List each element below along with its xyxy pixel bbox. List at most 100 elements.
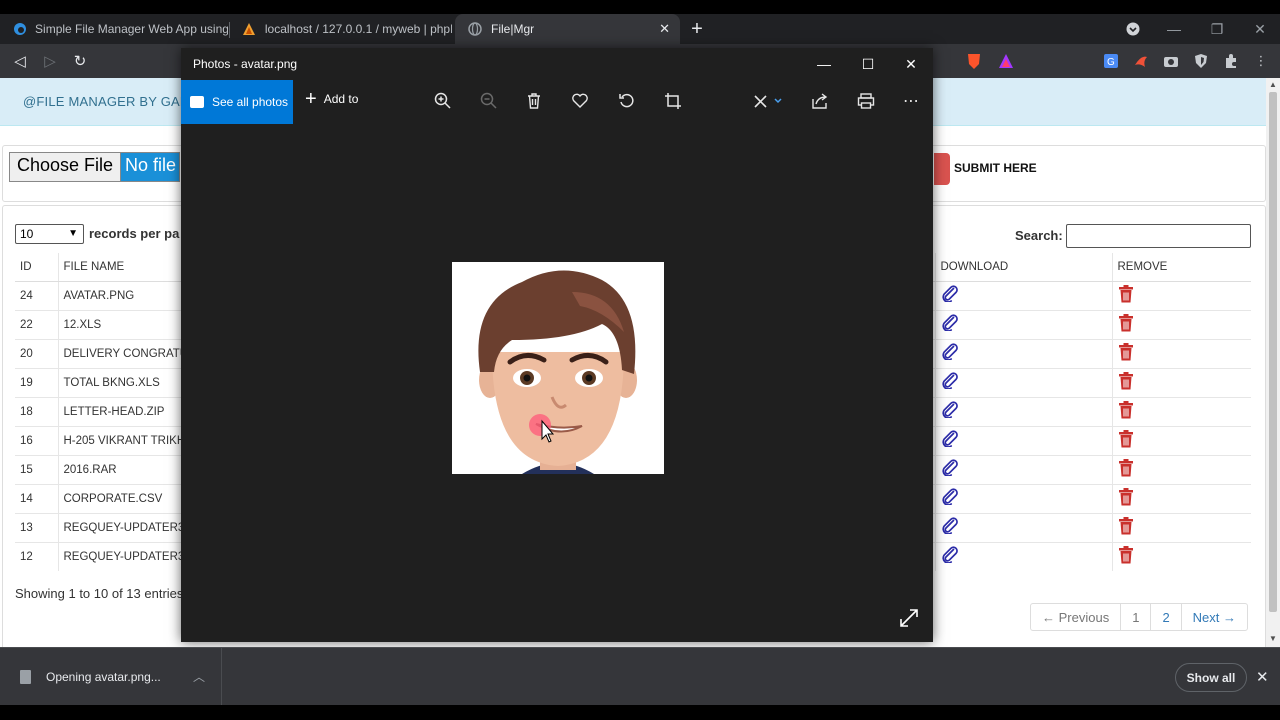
new-tab-button[interactable]: + [686, 14, 708, 44]
zoom-out-icon[interactable] [477, 89, 501, 113]
paperclip-download-icon[interactable] [941, 343, 959, 364]
favorite-heart-icon[interactable] [568, 89, 592, 113]
tab-search-icon[interactable] [1113, 14, 1153, 44]
minimize-window-icon[interactable]: — [1154, 14, 1194, 44]
extensions-icon[interactable] [1222, 52, 1240, 70]
back-icon[interactable]: ◁ [6, 44, 34, 78]
download-item[interactable]: Opening avatar.png... ︿ [0, 648, 222, 706]
download-cell [934, 396, 1112, 426]
page-2-button[interactable]: 2 [1151, 604, 1182, 630]
trash-remove-icon[interactable] [1118, 488, 1134, 509]
print-icon[interactable] [854, 89, 878, 113]
edit-create-icon[interactable] [751, 89, 787, 113]
zoom-in-icon[interactable] [431, 89, 455, 113]
close-window-icon[interactable]: ✕ [1240, 14, 1280, 44]
photos-close-icon[interactable]: ✕ [889, 50, 933, 78]
page-scrollbar[interactable]: ▲ ▼ [1266, 78, 1280, 647]
column-header-id[interactable]: ID [15, 253, 58, 282]
trash-remove-icon[interactable] [1118, 546, 1134, 567]
row-id: 22 [15, 309, 58, 339]
photos-minimize-icon[interactable]: — [802, 50, 846, 78]
choose-file-button[interactable]: Choose File [10, 153, 122, 181]
rotate-icon[interactable] [615, 89, 639, 113]
trash-remove-icon[interactable] [1118, 314, 1134, 335]
submit-label[interactable]: SUBMIT HERE [954, 161, 1037, 175]
crop-icon[interactable] [661, 89, 685, 113]
records-per-page-label: records per pa [89, 226, 180, 241]
trash-remove-icon[interactable] [1118, 285, 1134, 306]
download-status-text: Opening avatar.png... [46, 670, 161, 684]
previous-page-button[interactable]: ← Previous [1031, 604, 1122, 630]
camera-icon[interactable] [1162, 52, 1180, 70]
add-to-button[interactable]: + Add to [305, 88, 358, 110]
row-id: 14 [15, 483, 58, 513]
paperclip-download-icon[interactable] [941, 517, 959, 538]
delete-icon[interactable] [522, 89, 546, 113]
brave-rewards-icon[interactable] [997, 52, 1015, 70]
trash-remove-icon[interactable] [1118, 401, 1134, 422]
remove-cell [1111, 483, 1251, 513]
paperclip-download-icon[interactable] [941, 546, 959, 567]
trash-remove-icon[interactable] [1118, 372, 1134, 393]
phpmyadmin-favicon-icon [242, 21, 257, 37]
tab-phpmyadmin[interactable]: localhost / 127.0.0.1 / myweb | phpMy [230, 14, 452, 44]
restore-window-icon[interactable]: ❐ [1197, 14, 1237, 44]
svg-text:G: G [1107, 57, 1115, 68]
row-id: 19 [15, 367, 58, 397]
paperclip-download-icon[interactable] [941, 401, 959, 422]
paperclip-download-icon[interactable] [941, 285, 959, 306]
close-shelf-icon[interactable]: ✕ [1256, 668, 1269, 686]
paperclip-download-icon[interactable] [941, 430, 959, 451]
records-per-page-select[interactable]: 10 ▼ [15, 224, 84, 244]
show-all-button[interactable]: Show all [1175, 663, 1247, 692]
tab-close-icon[interactable]: ✕ [659, 21, 670, 37]
see-all-photos-button[interactable]: See all photos [181, 80, 293, 124]
translate-icon[interactable]: G [1102, 52, 1120, 70]
row-id: 24 [15, 280, 58, 310]
records-per-page-value: 10 [20, 227, 34, 241]
search-label: Search: [1015, 228, 1063, 243]
trash-remove-icon[interactable] [1118, 343, 1134, 364]
file-chooser[interactable]: Choose File No file [9, 152, 181, 182]
column-header-download[interactable]: DOWNLOAD [934, 253, 1112, 282]
tab-file-mgr[interactable]: File|Mgr ✕ [455, 14, 680, 44]
download-shelf: Opening avatar.png... ︿ Show all ✕ [0, 647, 1280, 706]
tab-title: File|Mgr [491, 22, 535, 36]
globe-favicon-icon [467, 21, 483, 37]
row-id: 13 [15, 512, 58, 542]
chevron-up-icon[interactable]: ︿ [193, 668, 205, 685]
share-icon[interactable] [808, 89, 832, 113]
plus-icon: + [305, 88, 317, 110]
submit-button[interactable] [934, 153, 950, 185]
paperclip-download-icon[interactable] [941, 488, 959, 509]
scroll-down-icon[interactable]: ▼ [1269, 634, 1277, 643]
search-input[interactable] [1066, 224, 1251, 248]
full-screen-icon[interactable] [899, 608, 919, 628]
more-options-icon[interactable]: ⋯ [899, 89, 923, 113]
scroll-up-icon[interactable]: ▲ [1269, 80, 1277, 89]
trash-remove-icon[interactable] [1118, 430, 1134, 451]
brave-shield-icon[interactable] [965, 52, 983, 70]
download-cell [934, 541, 1112, 571]
tab-simple-file-manager[interactable]: Simple File Manager Web App using P [0, 14, 228, 44]
scrollbar-thumb[interactable] [1269, 92, 1277, 612]
next-page-button[interactable]: Next → [1182, 604, 1247, 630]
brand-title: @FILE MANAGER BY GAN [23, 94, 190, 109]
page-1-button[interactable]: 1 [1121, 604, 1152, 630]
shield-icon[interactable] [1192, 52, 1210, 70]
paperclip-download-icon[interactable] [941, 314, 959, 335]
paperclip-download-icon[interactable] [941, 459, 959, 480]
forward-icon[interactable]: ▷ [36, 44, 64, 78]
see-all-photos-label: See all photos [212, 95, 289, 109]
paperclip-download-icon[interactable] [941, 372, 959, 393]
tab-bar: Simple File Manager Web App using P loca… [0, 14, 1280, 44]
menu-kebab-icon[interactable]: ⋮ [1252, 52, 1270, 70]
photos-maximize-icon[interactable]: ☐ [846, 50, 890, 78]
reload-icon[interactable]: ↻ [66, 44, 94, 78]
column-header-remove[interactable]: REMOVE [1111, 253, 1251, 282]
trash-remove-icon[interactable] [1118, 517, 1134, 538]
trash-remove-icon[interactable] [1118, 459, 1134, 480]
swift-extension-icon[interactable] [1132, 52, 1150, 70]
tab-title: localhost / 127.0.0.1 / myweb | phpMy [264, 22, 452, 36]
remove-cell [1111, 512, 1251, 542]
